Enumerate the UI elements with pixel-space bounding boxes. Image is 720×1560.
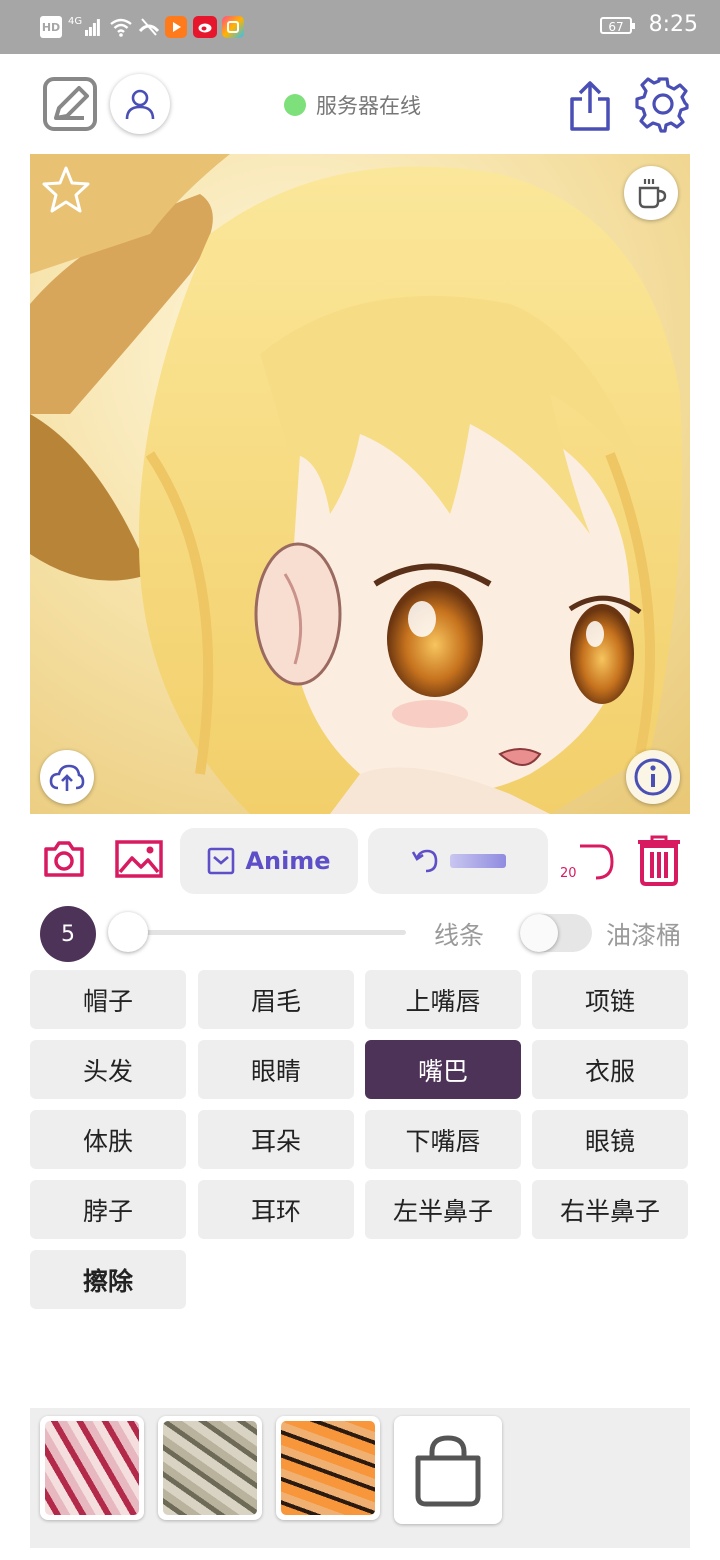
part-button[interactable]: 右半鼻子: [532, 1180, 688, 1239]
signal-icon: 4G: [68, 16, 102, 38]
delete-button[interactable]: [634, 832, 684, 888]
gear-icon: [635, 77, 689, 133]
part-button[interactable]: 眉毛: [198, 970, 354, 1029]
part-button[interactable]: 耳环: [198, 1180, 354, 1239]
redo-count: 20: [560, 866, 577, 881]
trash-icon: [638, 835, 680, 886]
undo-button[interactable]: [368, 828, 548, 894]
part-button[interactable]: 下嘴唇: [365, 1110, 521, 1169]
battery-icon: 67: [600, 17, 635, 34]
camera-icon: [44, 841, 84, 877]
info-button[interactable]: [626, 750, 680, 804]
texture-swatch-red[interactable]: [40, 1416, 144, 1520]
app-store-icon: [222, 16, 244, 38]
redo-button[interactable]: 20: [560, 836, 616, 886]
app-video-icon: [165, 16, 187, 38]
artwork-canvas[interactable]: [30, 154, 690, 814]
texture-swatch-olive[interactable]: [158, 1416, 262, 1520]
anime-style-button[interactable]: Anime: [180, 828, 358, 894]
upload-button[interactable]: [40, 750, 94, 804]
edit-icon: [43, 77, 97, 131]
part-button[interactable]: 眼睛: [198, 1040, 354, 1099]
part-button[interactable]: 眼镜: [532, 1110, 688, 1169]
texture-red-preview: [45, 1421, 139, 1515]
part-button[interactable]: 嘴巴: [365, 1040, 521, 1099]
star-icon: [42, 166, 90, 213]
brush-size-slider[interactable]: [126, 930, 406, 935]
hd-icon: HD: [40, 16, 62, 38]
line-mode-label: 线条: [434, 921, 485, 950]
part-button[interactable]: 耳朵: [198, 1110, 354, 1169]
app-weibo-icon: [193, 16, 217, 38]
clock: 8:25: [648, 12, 698, 37]
call-muted-icon: [138, 16, 160, 38]
undo-progress: [450, 854, 506, 868]
anime-style-label: Anime: [245, 847, 331, 875]
brush-size-slider-thumb[interactable]: [108, 912, 148, 952]
camera-button[interactable]: [40, 836, 88, 882]
anime-artwork: [30, 154, 690, 814]
fill-mode-label: 油漆桶: [606, 921, 682, 950]
brush-size-badge: 5: [40, 906, 96, 962]
cloud-upload-icon: [49, 764, 85, 791]
edit-button[interactable]: [42, 76, 98, 132]
info-icon: [634, 758, 672, 796]
coffee-button[interactable]: [624, 166, 678, 220]
shop-button[interactable]: [394, 1416, 502, 1524]
part-button[interactable]: 脖子: [30, 1180, 186, 1239]
share-icon: [570, 81, 610, 131]
coffee-icon: [638, 179, 667, 209]
part-button[interactable]: 衣服: [532, 1040, 688, 1099]
network-label: 4G: [68, 16, 83, 27]
part-button[interactable]: 左半鼻子: [365, 1180, 521, 1239]
part-button[interactable]: 帽子: [30, 970, 186, 1029]
status-dot: [284, 94, 306, 116]
part-button[interactable]: 擦除: [30, 1250, 186, 1309]
texture-swatch-orange[interactable]: [276, 1416, 380, 1520]
image-icon: [115, 840, 163, 878]
settings-button[interactable]: [634, 76, 692, 134]
gallery-button[interactable]: [112, 836, 166, 882]
user-icon: [125, 89, 155, 120]
texture-orange-preview: [281, 1421, 375, 1515]
wifi-icon: [108, 16, 134, 38]
fill-mode-toggle-thumb[interactable]: [520, 914, 558, 952]
part-button[interactable]: 体肤: [30, 1110, 186, 1169]
share-button[interactable]: [564, 78, 616, 134]
texture-olive-preview: [163, 1421, 257, 1515]
part-button[interactable]: 项链: [532, 970, 688, 1029]
part-button[interactable]: 上嘴唇: [365, 970, 521, 1029]
server-status-label: 服务器在线: [316, 94, 421, 118]
part-button[interactable]: 头发: [30, 1040, 186, 1099]
status-bar: HD 4G 67 8:25: [0, 0, 720, 54]
undo-icon: [411, 849, 438, 873]
server-status: 服务器在线: [284, 88, 421, 122]
style-icon: [208, 847, 235, 875]
user-button[interactable]: [110, 74, 170, 134]
shopping-bag-icon: [415, 1435, 481, 1507]
favorite-button[interactable]: [38, 162, 94, 218]
